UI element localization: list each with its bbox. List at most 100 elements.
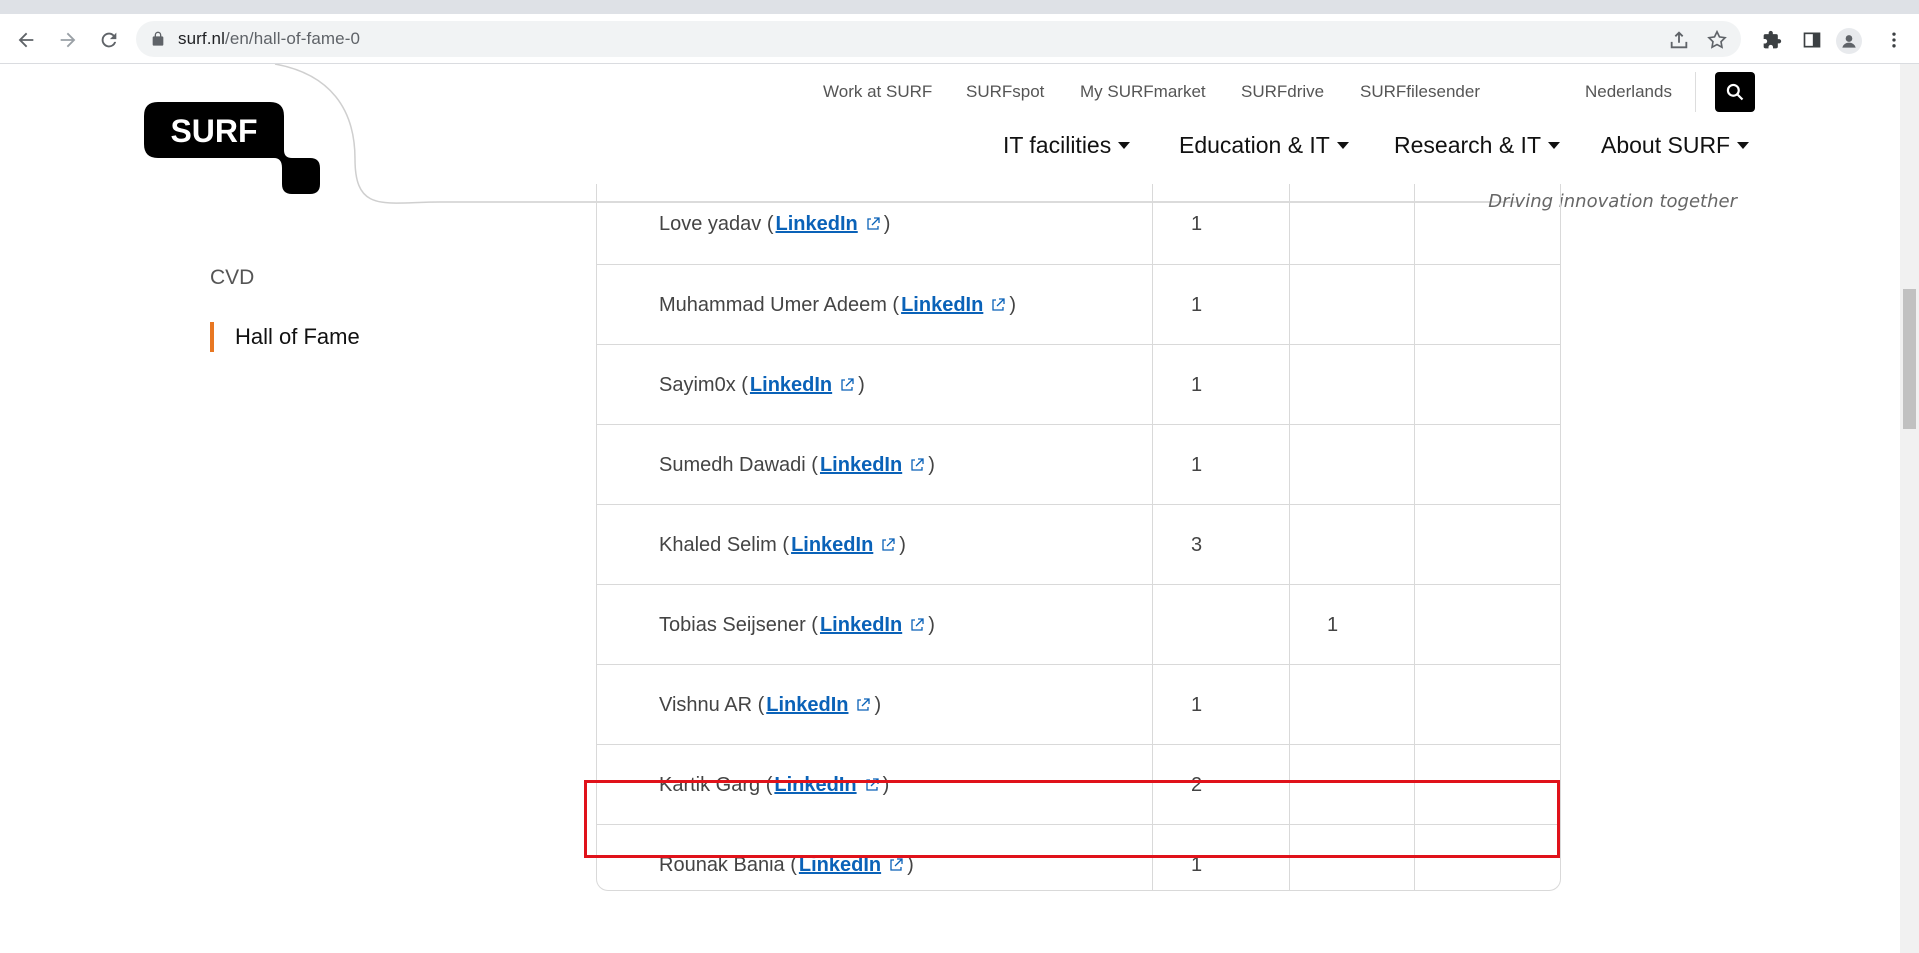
linkedin-link[interactable]: LinkedIn xyxy=(820,454,902,477)
name-cell: Sayim0x (LinkedIn) xyxy=(659,345,1149,425)
caret-down-icon xyxy=(1118,142,1131,149)
top-link-my-surfmarket[interactable]: My SURFmarket xyxy=(1080,82,1206,102)
language-switch[interactable]: Nederlands xyxy=(1585,82,1672,102)
researcher-name: Love yadav xyxy=(659,212,762,235)
table-row: Muhammad Umer Adeem (LinkedIn) 1 xyxy=(597,264,1560,345)
back-arrow-icon xyxy=(18,32,34,48)
linkedin-link[interactable]: LinkedIn xyxy=(820,614,902,637)
researcher-name: Tobias Seijsener xyxy=(659,613,806,636)
name-cell: Khaled Selim (LinkedIn) xyxy=(659,505,1149,585)
table-row: Love yadav (LinkedIn) 1 xyxy=(597,184,1560,264)
extensions-button[interactable] xyxy=(1756,24,1788,56)
count-cell-3 xyxy=(1414,184,1560,264)
external-link-icon xyxy=(867,217,880,230)
linkedin-link[interactable]: LinkedIn xyxy=(791,534,873,557)
side-panel-button[interactable] xyxy=(1796,24,1828,56)
count-cell-3 xyxy=(1414,265,1560,345)
table-row: Khaled Selim (LinkedIn) 3 xyxy=(597,504,1560,585)
external-link-icon xyxy=(841,378,854,391)
nav-label: About SURF xyxy=(1601,132,1731,158)
name-cell: Sumedh Dawadi (LinkedIn) xyxy=(659,425,1149,505)
count-cell-1: 1 xyxy=(1152,665,1289,745)
nav-label: Education & IT xyxy=(1179,132,1330,158)
count-cell-1: 1 xyxy=(1152,345,1289,425)
table-row: Sayim0x (LinkedIn) 1 xyxy=(597,344,1560,425)
researcher-name: Sumedh Dawadi xyxy=(659,453,806,476)
paren: ) xyxy=(874,693,882,716)
more-vert-icon xyxy=(1892,32,1896,48)
researcher-name: Khaled Selim xyxy=(659,533,777,556)
count-cell-2 xyxy=(1289,665,1414,745)
search-button[interactable] xyxy=(1715,72,1755,112)
top-link-surfspot[interactable]: SURFspot xyxy=(966,82,1044,102)
url-text: surf.nl/en/hall-of-fame-0 xyxy=(178,29,361,48)
active-indicator xyxy=(210,322,214,352)
external-link-icon xyxy=(911,618,924,631)
count-cell-3 xyxy=(1414,505,1560,585)
menu-button[interactable] xyxy=(1878,24,1910,56)
external-link-icon xyxy=(857,698,871,711)
count-cell-1: 3 xyxy=(1152,505,1289,585)
nav-research-it[interactable]: Research & IT xyxy=(1394,132,1560,159)
profile-icon xyxy=(1842,35,1856,48)
reload-button[interactable] xyxy=(93,24,125,56)
browser-toolbar: surf.nl/en/hall-of-fame-0 xyxy=(0,14,1919,64)
paren: ( xyxy=(776,533,790,556)
name-cell: Muhammad Umer Adeem (LinkedIn) xyxy=(659,265,1149,345)
top-link-surfdrive[interactable]: SURFdrive xyxy=(1241,82,1324,102)
external-link-icon xyxy=(992,298,1005,311)
researcher-name: Sayim0x xyxy=(659,373,736,396)
scrollbar[interactable] xyxy=(1900,64,1919,953)
paren: ) xyxy=(1009,293,1016,316)
caret-down-icon xyxy=(1336,142,1349,149)
paren: ) xyxy=(858,373,865,396)
count-cell-3 xyxy=(1414,585,1560,665)
paren: ) xyxy=(899,533,906,556)
count-cell-2 xyxy=(1289,425,1414,505)
top-link-surffilesender[interactable]: SURFfilesender xyxy=(1360,82,1480,102)
side-panel-icon xyxy=(1803,32,1821,48)
surf-logo[interactable]: SURF xyxy=(144,102,320,194)
search-icon xyxy=(1726,83,1744,101)
share-icon[interactable] xyxy=(1668,29,1690,51)
count-cell-1 xyxy=(1152,585,1289,665)
name-cell: Love yadav (LinkedIn) xyxy=(659,184,1149,264)
bookmark-star-icon[interactable] xyxy=(1706,29,1728,51)
count-cell-2 xyxy=(1289,345,1414,425)
back-button[interactable] xyxy=(10,24,42,56)
forward-button[interactable] xyxy=(52,24,84,56)
caret-down-icon xyxy=(1737,142,1750,149)
nav-it-facilities[interactable]: IT facilities xyxy=(1003,132,1131,159)
nav-education-it[interactable]: Education & IT xyxy=(1179,132,1349,159)
scrollbar-thumb[interactable] xyxy=(1903,289,1916,429)
forward-arrow-icon xyxy=(60,32,76,48)
caret-down-icon xyxy=(1548,142,1560,149)
surf-logo-icon: SURF xyxy=(144,102,320,194)
top-link-work-at-surf[interactable]: Work at SURF xyxy=(823,82,932,102)
linkedin-link[interactable]: LinkedIn xyxy=(776,213,858,236)
lock-icon xyxy=(152,31,164,46)
sidebar-item-cvd[interactable]: CVD xyxy=(210,266,254,290)
tab-strip xyxy=(0,0,1919,14)
reload-icon xyxy=(101,32,117,48)
count-cell-1: 1 xyxy=(1152,265,1289,345)
linkedin-link[interactable]: LinkedIn xyxy=(901,294,983,317)
external-link-icon xyxy=(911,458,924,471)
sidebar-item-hall-of-fame[interactable]: Hall of Fame xyxy=(235,324,360,350)
researcher-name: Vishnu AR xyxy=(659,693,753,716)
linkedin-link[interactable]: LinkedIn xyxy=(766,694,848,717)
count-cell-2 xyxy=(1289,505,1414,585)
paren: ) xyxy=(928,613,935,636)
svg-text:SURF: SURF xyxy=(170,113,257,149)
profile-button[interactable] xyxy=(1836,28,1862,54)
table-row: Sumedh Dawadi (LinkedIn) 1 xyxy=(597,424,1560,505)
nav-about-surf[interactable]: About SURF xyxy=(1601,132,1750,159)
paren: ( xyxy=(886,293,900,316)
paren: ( xyxy=(761,212,774,235)
highlight-box xyxy=(584,780,1560,858)
puzzle-icon xyxy=(1763,30,1782,49)
address-bar[interactable]: surf.nl/en/hall-of-fame-0 xyxy=(136,21,1741,57)
name-cell: Tobias Seijsener (LinkedIn) xyxy=(659,585,1149,665)
linkedin-link[interactable]: LinkedIn xyxy=(750,374,832,397)
header-divider xyxy=(1695,72,1696,112)
